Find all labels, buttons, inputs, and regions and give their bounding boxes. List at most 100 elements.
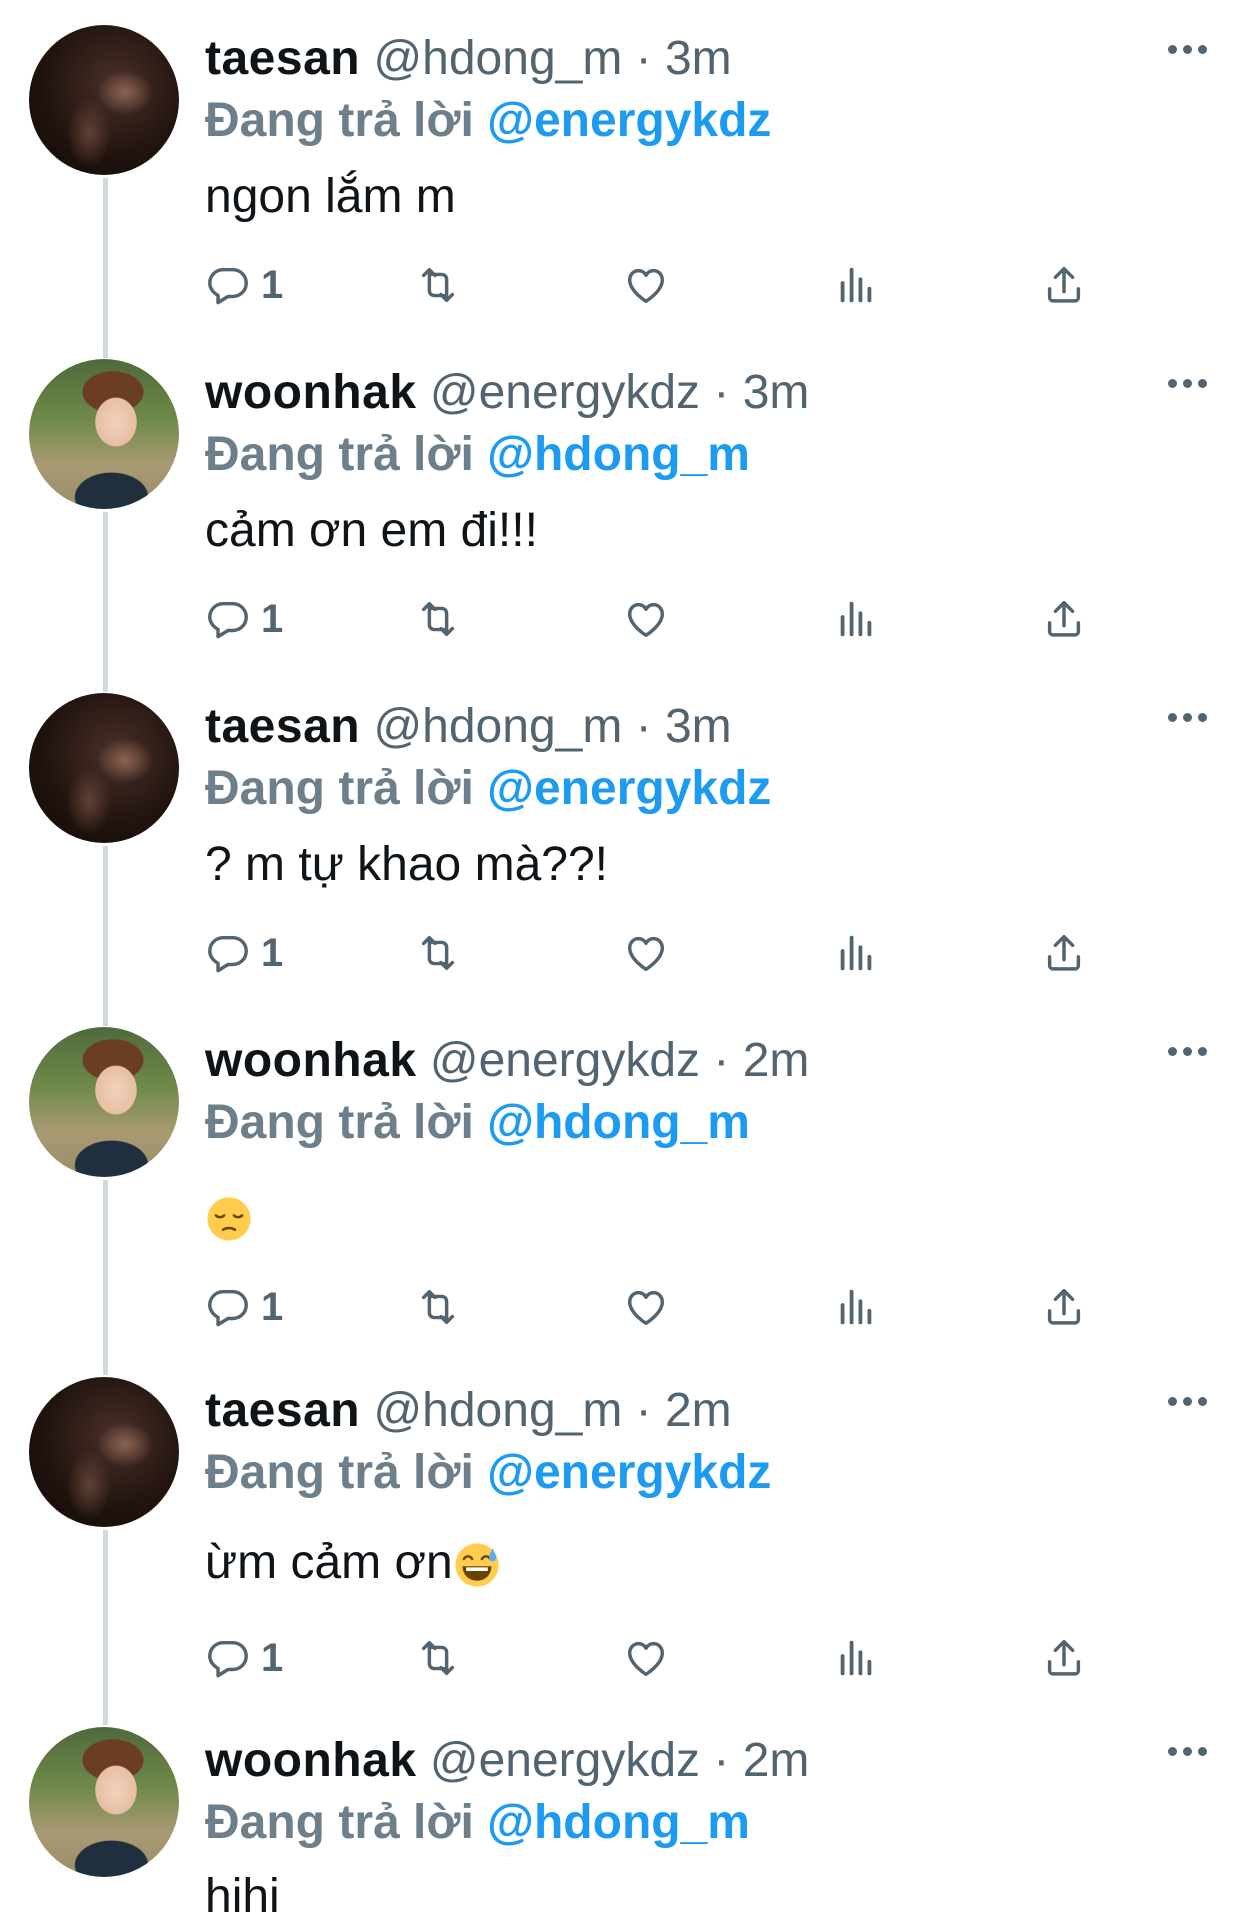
replying-prefix: Đang trả lời (205, 1096, 474, 1149)
replying-prefix: Đang trả lời (205, 1796, 474, 1849)
tweet-header: woonhak @energykdz · 2m (205, 1033, 809, 1089)
retweet-button[interactable] (415, 1282, 461, 1332)
more-icon[interactable] (1168, 1747, 1208, 1759)
retweet-button[interactable] (415, 1633, 461, 1683)
reply-count: 1 (261, 597, 284, 641)
reply-mention[interactable]: @hdong_m (487, 428, 750, 481)
action-bar: 1 (205, 594, 1105, 644)
share-icon (1041, 596, 1087, 642)
reply-mention[interactable]: @energykdz (487, 1446, 771, 1499)
more-icon[interactable] (1168, 379, 1208, 391)
reply-mention[interactable]: @hdong_m (487, 1096, 750, 1149)
display-name[interactable]: woonhak (205, 366, 417, 419)
views-button[interactable] (833, 594, 879, 644)
avatar[interactable] (29, 693, 179, 843)
tweet[interactable]: woonhak @energykdz · 3m Đang trả lời @hd… (0, 359, 1251, 659)
views-icon (833, 596, 879, 642)
views-icon (833, 930, 879, 976)
action-bar: 1 (205, 928, 1105, 978)
reply-count: 1 (261, 1285, 284, 1329)
reply-button[interactable]: 1 (205, 1633, 283, 1683)
share-button[interactable] (1041, 928, 1087, 978)
like-button[interactable] (623, 1282, 669, 1332)
replying-prefix: Đang trả lời (205, 428, 474, 481)
more-icon[interactable] (1168, 1397, 1208, 1409)
display-name[interactable]: woonhak (205, 1034, 417, 1087)
tweet-header: taesan @hdong_m · 3m (205, 699, 732, 755)
share-button[interactable] (1041, 1633, 1087, 1683)
display-name[interactable]: taesan (205, 700, 360, 753)
retweet-button[interactable] (415, 928, 461, 978)
avatar[interactable] (29, 25, 179, 175)
tweet[interactable]: woonhak @energykdz · 2m Đang trả lời @hd… (0, 1027, 1251, 1357)
tweet-text (205, 1189, 253, 1245)
tweet-text: cảm ơn em đi!!! (205, 504, 538, 557)
display-name[interactable]: woonhak (205, 1734, 417, 1787)
reply-mention[interactable]: @energykdz (487, 762, 771, 815)
tweet-text: ? m tự khao mà??! (205, 838, 608, 891)
action-bar: 1 (205, 1633, 1105, 1683)
retweet-button[interactable] (415, 594, 461, 644)
views-button[interactable] (833, 1633, 879, 1683)
views-icon (833, 262, 879, 308)
retweet-button[interactable] (415, 260, 461, 310)
tweet[interactable]: taesan @hdong_m · 3m Đang trả lời @energ… (0, 693, 1251, 993)
handle-and-time: @hdong_m · 2m (373, 1384, 732, 1437)
views-icon (833, 1284, 879, 1330)
share-button[interactable] (1041, 594, 1087, 644)
more-icon[interactable] (1168, 45, 1208, 57)
share-button[interactable] (1041, 260, 1087, 310)
retweet-icon (415, 1635, 461, 1681)
more-icon[interactable] (1168, 713, 1208, 725)
reply-button[interactable]: 1 (205, 260, 283, 310)
like-icon (623, 262, 669, 308)
reply-mention[interactable]: @hdong_m (487, 1796, 750, 1849)
tweet[interactable]: woonhak @energykdz · 2m Đang trả lời @hd… (0, 1727, 1251, 1923)
share-icon (1041, 1284, 1087, 1330)
retweet-icon (415, 262, 461, 308)
reply-icon (205, 1284, 251, 1330)
views-button[interactable] (833, 1282, 879, 1332)
reply-button[interactable]: 1 (205, 594, 283, 644)
tweet-header: woonhak @energykdz · 2m (205, 1733, 809, 1789)
reply-count: 1 (261, 1636, 284, 1680)
action-bar: 1 (205, 1282, 1105, 1332)
avatar[interactable] (29, 1727, 179, 1877)
like-icon (623, 1284, 669, 1330)
tweet-text: ừm cảm ơn (205, 1535, 501, 1591)
views-button[interactable] (833, 260, 879, 310)
replying-prefix: Đang trả lời (205, 762, 474, 815)
retweet-icon (415, 596, 461, 642)
replying-prefix: Đang trả lời (205, 1446, 474, 1499)
reply-button[interactable]: 1 (205, 928, 283, 978)
more-icon[interactable] (1168, 1047, 1208, 1059)
reply-mention[interactable]: @energykdz (487, 94, 771, 147)
like-button[interactable] (623, 1633, 669, 1683)
tweet[interactable]: taesan @hdong_m · 3m Đang trả lời @energ… (0, 25, 1251, 325)
tweet-header: taesan @hdong_m · 3m (205, 31, 732, 87)
share-button[interactable] (1041, 1282, 1087, 1332)
avatar[interactable] (29, 1377, 179, 1527)
tweet[interactable]: taesan @hdong_m · 2m Đang trả lời @energ… (0, 1377, 1251, 1697)
replying-to: Đang trả lời @hdong_m (205, 1095, 750, 1151)
retweet-icon (415, 1284, 461, 1330)
handle-and-time: @energykdz · 2m (429, 1034, 810, 1087)
reply-icon (205, 930, 251, 976)
avatar[interactable] (29, 359, 179, 509)
replying-to: Đang trả lời @energykdz (205, 93, 771, 149)
like-button[interactable] (623, 260, 669, 310)
handle-and-time: @hdong_m · 3m (373, 700, 732, 753)
reply-icon (205, 596, 251, 642)
reply-count: 1 (261, 263, 284, 307)
handle-and-time: @hdong_m · 3m (373, 32, 732, 85)
like-button[interactable] (623, 928, 669, 978)
display-name[interactable]: taesan (205, 1384, 360, 1437)
reply-button[interactable]: 1 (205, 1282, 283, 1332)
views-button[interactable] (833, 928, 879, 978)
display-name[interactable]: taesan (205, 32, 360, 85)
like-button[interactable] (623, 594, 669, 644)
retweet-icon (415, 930, 461, 976)
like-icon (623, 1635, 669, 1681)
avatar[interactable] (29, 1027, 179, 1177)
share-icon (1041, 1635, 1087, 1681)
